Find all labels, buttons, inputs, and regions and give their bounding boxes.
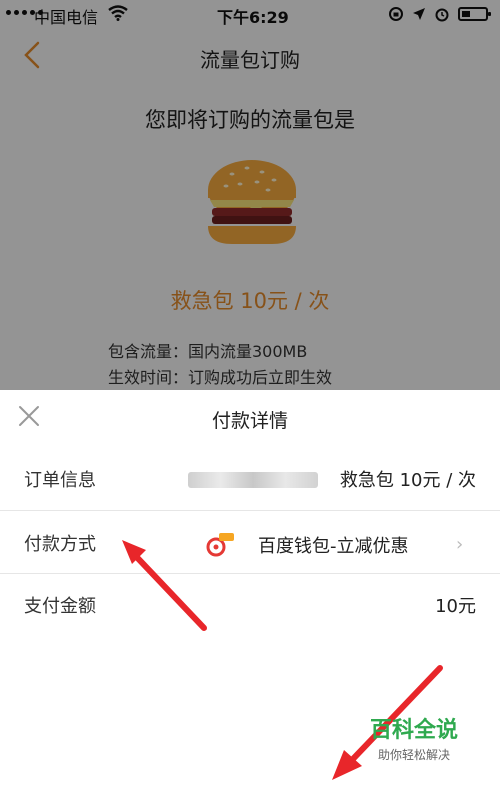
divider [0,510,500,511]
watermark-subtitle: 助你轻松解决 [377,748,450,762]
dim-overlay[interactable] [0,0,500,390]
sheet-title: 付款详情 [211,410,288,432]
payment-method-value[interactable]: 百度钱包-立减优惠 [258,532,409,558]
amount-label: 支付金额 [24,596,96,617]
order-info-value: 救急包 10元 / 次 [339,470,476,491]
watermark: 百科全说 助你轻松解决 [352,712,476,763]
amount-value: 10元 [435,596,476,617]
order-info-label: 订单信息 [24,470,96,491]
chevron-right-icon[interactable]: › [456,534,463,555]
red-arrow-icon [122,540,207,631]
amount-row: 支付金额 10元 [0,574,500,636]
watermark-title: 百科全说 [369,718,458,743]
payment-method-row[interactable]: 付款方式 [0,512,500,574]
payment-method-label: 付款方式 [24,534,96,555]
blurred-order-number [188,472,318,488]
